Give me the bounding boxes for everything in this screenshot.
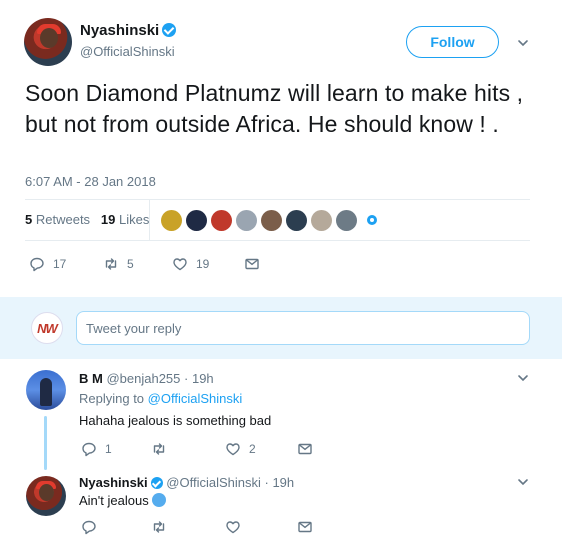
retweet-icon xyxy=(153,443,165,455)
reply-author-handle[interactable]: @benjah255 xyxy=(106,371,180,386)
like-action[interactable]: 19 xyxy=(172,256,209,272)
more-likers-icon[interactable] xyxy=(367,215,377,225)
like-action[interactable]: 2 xyxy=(225,441,256,457)
reply-avatar-nyashinski[interactable] xyxy=(26,476,66,516)
chevron-down-icon[interactable] xyxy=(516,371,530,385)
retweet-action[interactable]: 5 xyxy=(103,256,134,272)
replying-to: Replying to @OfficialShinski xyxy=(79,391,243,406)
tweet-stats: 5 Retweets 19 Likes xyxy=(25,212,149,227)
heart-icon xyxy=(226,521,240,534)
liker-avatar[interactable] xyxy=(311,209,332,231)
envelope-icon xyxy=(298,443,312,455)
replying-to-link[interactable]: @OfficialShinski xyxy=(148,391,243,406)
current-user-avatar: NW xyxy=(31,312,63,344)
retweet-action[interactable] xyxy=(151,519,175,535)
reply-icon xyxy=(30,257,44,272)
reply-time[interactable]: 19h xyxy=(272,475,294,490)
reply-text: Ain't jealous xyxy=(79,493,166,508)
reply-author-name[interactable]: B M xyxy=(79,371,103,386)
liker-avatar[interactable] xyxy=(261,209,282,231)
blue-circle-emoji-icon xyxy=(151,493,166,507)
liker-avatar[interactable] xyxy=(186,209,207,231)
stats-separator xyxy=(149,200,150,240)
reply-time[interactable]: 19h xyxy=(192,371,214,386)
reply-input[interactable]: Tweet your reply xyxy=(76,311,530,345)
reply-action[interactable]: 17 xyxy=(29,256,66,272)
retweet-icon xyxy=(105,258,117,270)
verified-badge-icon xyxy=(150,477,163,489)
like-action[interactable] xyxy=(225,519,249,535)
author-name[interactable]: Nyashinski xyxy=(80,22,177,39)
author-handle[interactable]: @OfficialShinski xyxy=(80,44,175,59)
liker-avatar[interactable] xyxy=(236,209,257,231)
likers-avatars xyxy=(161,209,377,231)
reply-author-handle[interactable]: @OfficialShinski xyxy=(166,475,261,490)
reply-icon xyxy=(82,442,96,457)
retweets-stat[interactable]: 5 Retweets xyxy=(25,212,90,227)
direct-message-action[interactable] xyxy=(297,519,313,535)
tweet-text: Soon Diamond Platnumz will learn to make… xyxy=(25,80,524,137)
reply-header: Nyashinski @OfficialShinski · 19h xyxy=(79,475,295,490)
author-avatar[interactable] xyxy=(24,18,72,66)
verified-badge-icon xyxy=(162,23,177,37)
reply-text: Hahaha jealous is something bad xyxy=(79,413,272,428)
direct-message-action[interactable] xyxy=(297,441,313,457)
liker-avatar[interactable] xyxy=(211,209,232,231)
likes-stat[interactable]: 19 Likes xyxy=(101,212,149,227)
chevron-down-icon[interactable] xyxy=(516,36,530,50)
liker-avatar[interactable] xyxy=(161,209,182,231)
follow-button[interactable]: Follow xyxy=(406,26,499,58)
reply-action[interactable]: 1 xyxy=(81,441,112,457)
retweet-icon xyxy=(153,521,165,533)
thread-connector xyxy=(44,416,47,470)
divider xyxy=(25,199,530,200)
reply-header: B M @benjah255 · 19h xyxy=(79,371,214,386)
reply-icon xyxy=(82,520,96,535)
reply-author-name[interactable]: Nyashinski xyxy=(79,475,148,490)
liker-avatar[interactable] xyxy=(286,209,307,231)
tweet-timestamp[interactable]: 6:07 AM - 28 Jan 2018 xyxy=(25,174,156,189)
envelope-icon xyxy=(245,258,259,270)
heart-icon xyxy=(173,258,187,271)
reply-action[interactable] xyxy=(81,519,105,535)
direct-message-action[interactable] xyxy=(244,256,260,272)
chevron-down-icon[interactable] xyxy=(516,475,530,489)
divider xyxy=(25,240,530,241)
reply-avatar-bm[interactable] xyxy=(26,370,66,410)
envelope-icon xyxy=(298,521,312,533)
liker-avatar[interactable] xyxy=(336,209,357,231)
retweet-action[interactable] xyxy=(151,441,175,457)
heart-icon xyxy=(226,443,240,456)
author-display-name[interactable]: Nyashinski xyxy=(80,22,159,39)
